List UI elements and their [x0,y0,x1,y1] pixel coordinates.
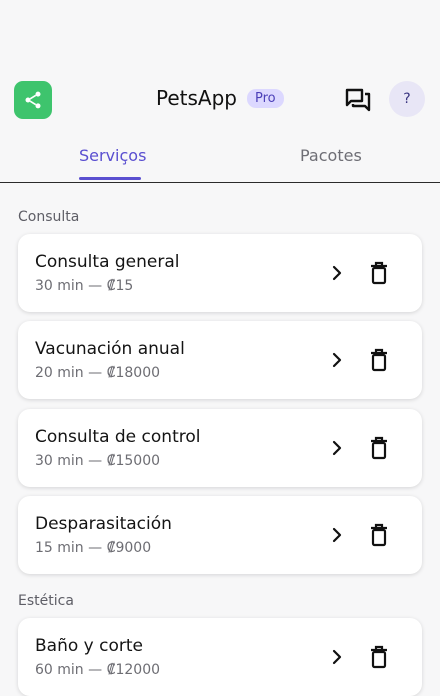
section-label-consulta: Consulta [18,209,80,225]
section-label-estetica: Estética [18,593,74,609]
tab-bar: Serviços Pacotes [0,138,440,183]
tab-packages[interactable]: Pacotes [300,146,362,165]
tab-services[interactable]: Serviços [79,146,146,165]
service-name: Baño y corte [35,636,143,656]
share-button[interactable] [14,81,52,119]
share-icon [25,91,41,109]
help-button[interactable]: ? [389,81,425,117]
active-tab-indicator [79,177,141,180]
list-item[interactable]: Baño y corte 60 min — ₡12000 [18,618,422,696]
service-name: Consulta de control [35,427,201,447]
trash-icon[interactable] [369,645,389,669]
title-group: PetsApp Pro [156,86,284,110]
list-item[interactable]: Consulta de control 30 min — ₡15000 [18,409,422,487]
service-name: Desparasitación [35,514,172,534]
chevron-right-icon[interactable] [328,524,346,546]
trash-icon[interactable] [369,436,389,460]
service-name: Consulta general [35,252,180,272]
service-name: Vacunación anual [35,339,185,359]
service-meta: 15 min — ₡9000 [35,540,152,556]
list-item[interactable]: Consulta general 30 min — ₡15 [18,234,422,312]
app-header: PetsApp Pro ? [0,78,440,122]
chat-icon [345,88,371,112]
list-item[interactable]: Desparasitación 15 min — ₡9000 [18,496,422,574]
app-title: PetsApp [156,86,237,110]
trash-icon[interactable] [369,261,389,285]
list-item[interactable]: Vacunación anual 20 min — ₡18000 [18,321,422,399]
chevron-right-icon[interactable] [328,349,346,371]
trash-icon[interactable] [369,523,389,547]
service-meta: 30 min — ₡15000 [35,453,161,469]
service-meta: 60 min — ₡12000 [35,662,161,678]
trash-icon[interactable] [369,348,389,372]
chevron-right-icon[interactable] [328,646,346,668]
status-bar-area [0,0,440,78]
chevron-right-icon[interactable] [328,437,346,459]
chevron-right-icon[interactable] [328,262,346,284]
service-meta: 20 min — ₡18000 [35,365,161,381]
pro-badge: Pro [247,88,284,108]
service-meta: 30 min — ₡15 [35,278,134,294]
chat-button[interactable] [344,86,372,114]
